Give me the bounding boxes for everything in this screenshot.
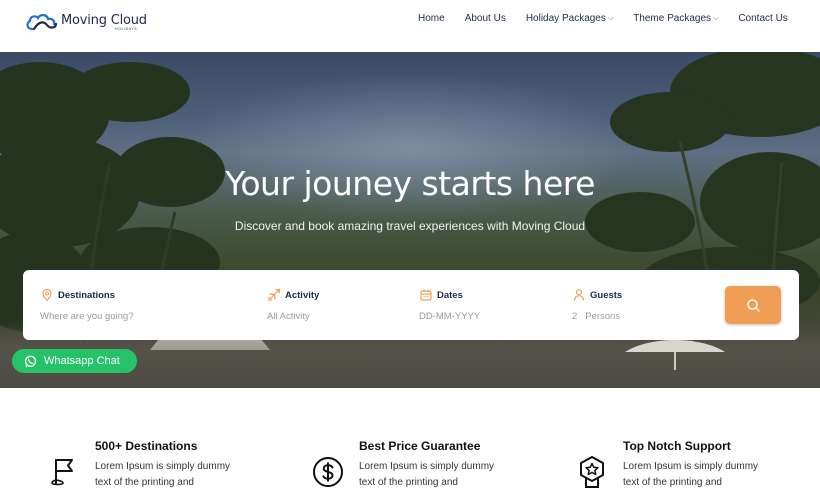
feature-destinations-line2: text of the printing and xyxy=(95,477,194,488)
guests-input[interactable]: 2 Persons xyxy=(572,311,622,322)
nav-contact-us-label: Contact Us xyxy=(738,13,788,24)
destinations-input[interactable]: Where are you going? xyxy=(40,311,133,322)
destinations-label: Destinations xyxy=(58,289,116,301)
destinations-header: Destinations xyxy=(40,288,133,302)
brand-name: Moving Cloud xyxy=(61,13,147,28)
whatsapp-chat-button[interactable]: Whatsapp Chat xyxy=(12,349,137,373)
feature-destinations-line1: Lorem Ipsum is simply dummy xyxy=(95,461,231,472)
feature-support-title: Top Notch Support xyxy=(623,439,731,453)
whatsapp-icon xyxy=(24,355,37,367)
destinations-field[interactable]: Destinations Where are you going? xyxy=(40,288,133,322)
dollar-icon xyxy=(313,457,343,487)
search-bar: Destinations Where are you going? Activi… xyxy=(23,270,799,340)
nav-theme-packages-label: Theme Packages xyxy=(633,13,712,24)
nav-holiday-packages-label: Holiday Packages xyxy=(525,13,606,24)
whatsapp-label: Whatsapp Chat xyxy=(44,355,120,367)
feature-price-line1: Lorem Ipsum is simply dummy xyxy=(359,461,495,472)
chevron-down-icon: ⌵ xyxy=(713,15,719,22)
nav-home[interactable]: Home xyxy=(418,13,445,24)
plane-icon xyxy=(267,288,281,302)
feature-destinations-text: Lorem Ipsum is simply dummy text of the … xyxy=(95,459,245,491)
activity-field[interactable]: Activity All Activity xyxy=(267,288,319,322)
calendar-icon xyxy=(420,289,432,301)
nav-home-label: Home xyxy=(418,13,445,24)
page: Moving Cloud HOLIDAYS Home About Us Holi… xyxy=(0,0,820,495)
nav-about-us[interactable]: About Us xyxy=(465,13,506,24)
guests-header: Guests xyxy=(572,288,622,302)
feature-price-line2: text of the printing and xyxy=(359,477,458,488)
dates-header: Dates xyxy=(419,288,480,302)
guests-field[interactable]: Guests 2 Persons xyxy=(572,288,622,322)
site-header: Moving Cloud HOLIDAYS Home About Us Holi… xyxy=(0,0,820,52)
activity-label: Activity xyxy=(285,289,320,301)
chevron-down-icon: ⌵ xyxy=(607,15,614,22)
feature-price-title: Best Price Guarantee xyxy=(359,439,481,453)
dates-input[interactable]: DD-MM-YYYY xyxy=(419,311,480,322)
search-button[interactable] xyxy=(725,286,781,324)
feature-support-line2: text of the printing and xyxy=(623,477,722,488)
hero-title: Your jouney starts here xyxy=(225,164,595,203)
feature-price-text: Lorem Ipsum is simply dummy text of the … xyxy=(359,459,509,491)
nav-holiday-packages[interactable]: Holiday Packages ⌵ xyxy=(526,13,613,24)
guests-unit: Persons xyxy=(585,311,621,322)
nav-theme-packages[interactable]: Theme Packages ⌵ xyxy=(633,13,718,24)
feature-destinations-title: 500+ Destinations xyxy=(95,439,198,453)
brand-wordmark: Moving Cloud HOLIDAYS xyxy=(61,13,147,31)
guests-count: 2 xyxy=(572,311,578,322)
cloud-logo-icon xyxy=(26,14,58,31)
feature-support-text: Lorem Ipsum is simply dummy text of the … xyxy=(623,459,773,491)
feature-support-line1: Lorem Ipsum is simply dummy xyxy=(623,461,759,472)
nav-about-us-label: About Us xyxy=(464,13,506,24)
guests-label: Guests xyxy=(590,289,623,301)
hero-subtitle: Discover and book amazing travel experie… xyxy=(234,219,586,233)
badge-icon xyxy=(580,456,604,488)
flag-icon xyxy=(51,459,73,486)
location-pin-icon xyxy=(42,288,52,302)
main-nav: Home About Us Holiday Packages ⌵ Theme Pa… xyxy=(418,13,788,24)
activity-select[interactable]: All Activity xyxy=(267,311,319,322)
dates-field[interactable]: Dates DD-MM-YYYY xyxy=(419,288,480,322)
brand-logo[interactable]: Moving Cloud HOLIDAYS xyxy=(25,8,147,38)
dates-label: Dates xyxy=(437,289,463,301)
activity-header: Activity xyxy=(267,288,319,302)
nav-contact-us[interactable]: Contact Us xyxy=(738,13,787,24)
search-icon xyxy=(746,298,760,312)
person-icon xyxy=(573,289,585,301)
